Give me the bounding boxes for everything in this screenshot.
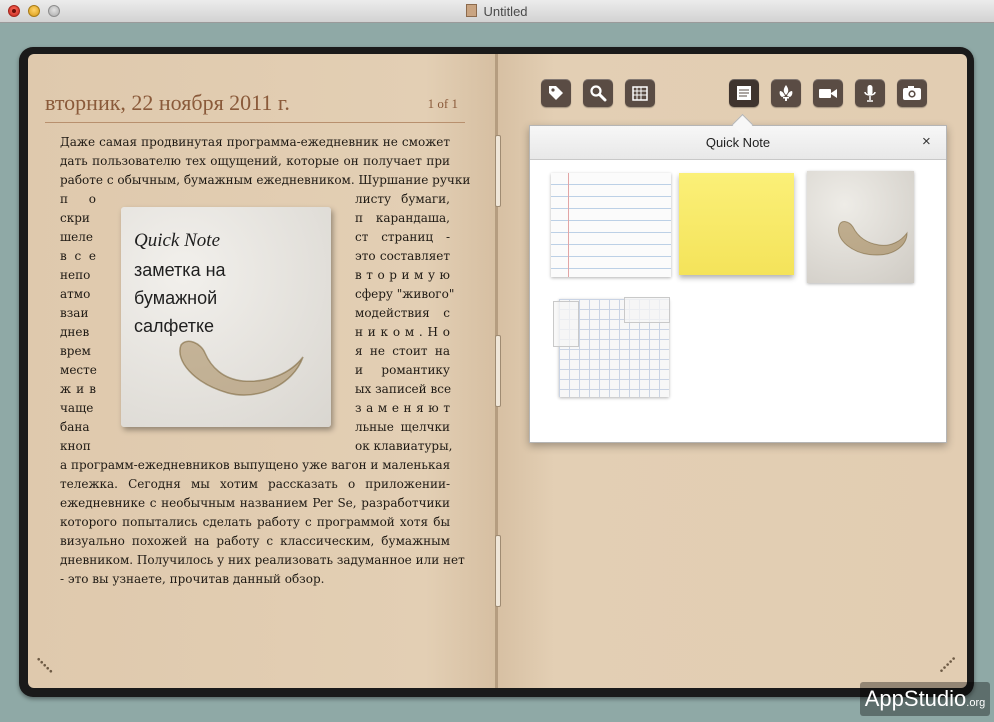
entry-text-line[interactable]: которого попытались сделать работу с про… — [60, 513, 450, 532]
entry-text-fragment[interactable]: взаи — [60, 304, 96, 323]
window-titlebar: Untitled — [0, 0, 994, 23]
entry-text-line[interactable]: дневником. Получилось у них реализовать … — [60, 551, 465, 570]
entry-text-fragment[interactable]: ж и в — [60, 380, 96, 399]
entry-text-line[interactable]: визуально похожей на работу с классическ… — [60, 532, 450, 551]
lined-paper-option[interactable] — [551, 173, 671, 277]
entry-text-line[interactable]: дать пользователю тех ощущений, которые … — [60, 152, 450, 171]
entry-text-fragment[interactable]: модействия с — [355, 304, 450, 323]
appstudio-watermark: AppStudio.org — [860, 682, 990, 716]
entry-text-line[interactable]: Даже самая продвинутая программа-ежеднев… — [60, 133, 450, 152]
binding-ring — [495, 335, 501, 407]
microphone-icon — [864, 85, 876, 102]
coffee-stain — [179, 340, 304, 396]
entry-text-fragment[interactable]: з а м е н я ю т — [355, 399, 450, 418]
napkin-option[interactable] — [807, 171, 914, 283]
window-title: Untitled — [0, 4, 994, 19]
entry-text-fragment[interactable]: в т о р и м у ю — [355, 266, 450, 285]
entry-text-fragment[interactable]: бана — [60, 418, 96, 437]
entry-text-fragment[interactable]: месте — [60, 361, 97, 380]
entry-text-line[interactable]: работе с обычным, бумажным ежедневником.… — [60, 171, 470, 190]
search-icon — [590, 85, 607, 102]
calendar-button[interactable] — [625, 79, 655, 107]
camera-icon — [903, 86, 921, 100]
entry-text-fragment[interactable]: и романтику — [355, 361, 450, 380]
entry-text-fragment[interactable]: кноп — [60, 437, 96, 456]
search-button[interactable] — [583, 79, 613, 107]
binding-ring — [495, 535, 501, 607]
entry-text-line[interactable]: ежедневнике с необычным названием Per Se… — [60, 494, 450, 513]
drawing-button[interactable] — [771, 79, 801, 107]
video-button[interactable] — [813, 79, 843, 107]
quick-note-button[interactable] — [729, 79, 759, 107]
entry-text-fragment[interactable]: чаще — [60, 399, 96, 418]
entry-text-fragment[interactable]: днев — [60, 323, 96, 342]
audio-button[interactable] — [855, 79, 885, 107]
entry-text-fragment[interactable]: шеле — [60, 228, 96, 247]
video-camera-icon — [819, 89, 837, 98]
document-icon — [466, 4, 478, 17]
entry-text-fragment[interactable]: в с е — [60, 247, 96, 266]
entry-text-line[interactable]: тележка. Сегодня мы хотим рассказать о п… — [60, 475, 450, 494]
tape-piece — [624, 297, 670, 323]
entry-text-fragment[interactable]: атмо — [60, 285, 96, 304]
entry-text-fragment[interactable]: п карандаша, — [355, 209, 450, 228]
entry-date: вторник, 22 ноября 2011 г. — [45, 90, 290, 115]
entry-text-fragment[interactable]: ок клавиатуры, — [355, 437, 452, 456]
note-icon — [737, 86, 751, 100]
sticky-note-option[interactable] — [679, 173, 794, 275]
entry-text-fragment[interactable]: ых записей все — [355, 380, 451, 399]
entry-text-fragment[interactable]: непо — [60, 266, 96, 285]
entry-text-fragment[interactable]: н и к о м . Н о — [355, 323, 450, 342]
entry-text-fragment[interactable]: сферу "живого" — [355, 285, 454, 304]
napkin-note-line: бумажной — [134, 288, 218, 308]
date-divider — [45, 122, 465, 123]
entry-text-fragment[interactable]: листу бумаги, — [355, 190, 450, 209]
tag-button[interactable] — [541, 79, 571, 107]
calendar-icon — [632, 86, 648, 101]
entry-text-line[interactable]: а программ-ежедневников выпущено уже ваг… — [60, 456, 450, 475]
entry-text-fragment[interactable]: льные щелчки — [355, 418, 450, 437]
entry-text-fragment[interactable]: врем — [60, 342, 96, 361]
tape-piece — [553, 301, 579, 347]
napkin-note-line: заметка на — [134, 260, 226, 280]
coffee-stain — [837, 221, 908, 256]
napkin-note-line: салфетке — [134, 316, 215, 336]
entry-text-fragment[interactable]: п о — [60, 190, 96, 209]
page-indicator: 1 of 1 — [427, 96, 458, 111]
watermark-suffix: .org — [966, 697, 986, 709]
entry-text-fragment[interactable]: я не стоит на — [355, 342, 450, 361]
window-title-text: Untitled — [483, 4, 528, 19]
popover-close-button[interactable]: × — [922, 133, 931, 150]
watermark-brand: AppStudio — [864, 686, 967, 711]
entry-text-line[interactable]: - это вы узнаете, прочитав данный обзор. — [60, 570, 450, 589]
photo-button[interactable] — [897, 79, 927, 107]
binding-ring — [495, 135, 501, 207]
napkin-note-title: Quick Note — [134, 230, 221, 251]
tag-icon — [549, 86, 563, 100]
fleur-de-lis-icon — [779, 85, 793, 101]
entry-text-fragment[interactable]: скри — [60, 209, 96, 228]
entry-text-fragment[interactable]: ст страниц - — [355, 228, 450, 247]
entry-text-fragment[interactable]: это составляет — [355, 247, 450, 266]
